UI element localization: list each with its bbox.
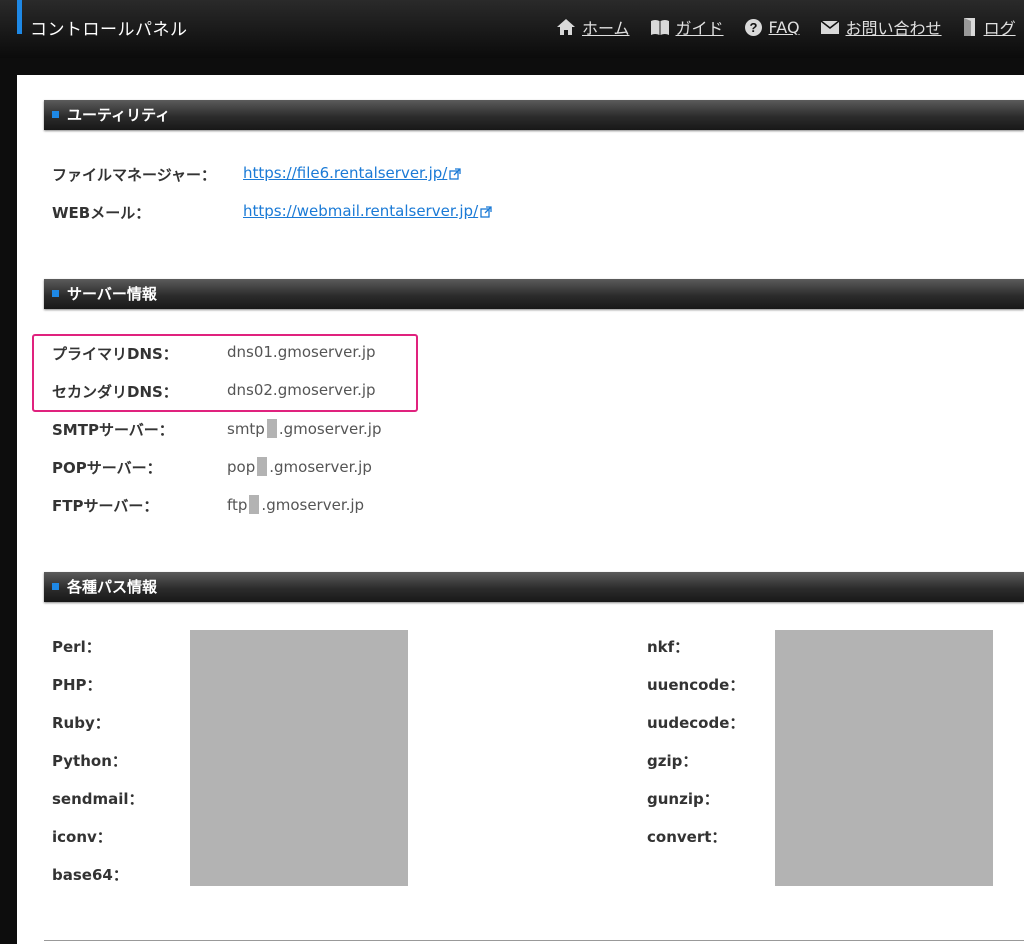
primary-dns-label: プライマリDNS：	[52, 345, 178, 363]
nav-guide-label: ガイド	[675, 19, 724, 38]
book-icon	[650, 20, 669, 35]
app-title: コントロールパネル	[30, 20, 188, 40]
uuencode-label: uuencode：	[647, 676, 745, 694]
nav-faq[interactable]: ? FAQ	[744, 15, 800, 39]
smtp-server-value: smtp .gmoserver.jp	[227, 419, 382, 438]
section-divider	[44, 940, 1024, 941]
ftp-server-label: FTPサーバー：	[52, 497, 159, 515]
pop-server-label: POPサーバー：	[52, 459, 162, 477]
file-manager-url: https://file6.rentalserver.jp/	[243, 164, 448, 182]
gunzip-label: gunzip：	[647, 790, 719, 808]
section-utility-header: ユーティリティ	[44, 100, 1024, 130]
external-link-icon	[449, 167, 462, 180]
uudecode-label: uudecode：	[647, 714, 745, 732]
section-marker-icon	[52, 290, 59, 297]
file-manager-link[interactable]: https://file6.rentalserver.jp/	[243, 164, 462, 182]
top-header: コントロールパネル ホーム ガイド ? FAQ お問い合わせ ログ	[0, 0, 1024, 58]
nkf-label: nkf：	[647, 638, 690, 656]
perl-label: Perl：	[52, 638, 101, 656]
door-icon	[963, 18, 975, 36]
nav-guide[interactable]: ガイド	[650, 15, 724, 39]
base64-label: base64：	[52, 866, 128, 884]
python-label: Python：	[52, 752, 127, 770]
webmail-label: WEBメール：	[52, 204, 151, 222]
nav-faq-label: FAQ	[768, 17, 800, 37]
home-icon	[557, 19, 575, 35]
main-panel: ユーティリティ ファイルマネージャー： https://file6.rental…	[17, 75, 1024, 944]
mail-icon	[820, 19, 840, 34]
gzip-label: gzip：	[647, 752, 698, 770]
ruby-label: Ruby：	[52, 714, 110, 732]
webmail-url: https://webmail.rentalserver.jp/	[243, 202, 479, 220]
file-manager-label: ファイルマネージャー：	[52, 166, 216, 184]
pop-server-value: pop .gmoserver.jp	[227, 457, 372, 476]
redacted-mask	[257, 457, 268, 476]
sendmail-label: sendmail：	[52, 790, 144, 808]
section-server-info-title: サーバー情報	[67, 285, 157, 303]
smtp-server-label: SMTPサーバー：	[52, 421, 174, 439]
secondary-dns-label: セカンダリDNS：	[52, 383, 178, 401]
nav-logout[interactable]: ログ	[962, 15, 1016, 39]
section-utility-title: ユーティリティ	[67, 106, 171, 124]
section-marker-icon	[52, 111, 59, 118]
section-marker-icon	[52, 583, 59, 590]
convert-label: convert：	[647, 828, 727, 846]
nav-contact[interactable]: お問い合わせ	[820, 15, 942, 39]
top-nav: ホーム ガイド ? FAQ お問い合わせ ログ	[556, 15, 1024, 39]
section-server-info-header: サーバー情報	[44, 279, 1024, 309]
webmail-link[interactable]: https://webmail.rentalserver.jp/	[243, 202, 492, 220]
redacted-mask	[266, 419, 277, 438]
svg-text:?: ?	[749, 20, 757, 35]
nav-contact-label: お問い合わせ	[845, 19, 942, 38]
ftp-server-value: ftp .gmoserver.jp	[227, 495, 365, 514]
nav-logout-label: ログ	[983, 19, 1016, 38]
external-link-icon	[480, 205, 492, 218]
nav-home-label: ホーム	[582, 19, 630, 38]
redacted-paths-left	[190, 630, 408, 886]
header-accent-bar	[17, 0, 22, 34]
section-paths-title: 各種パス情報	[67, 578, 158, 596]
nav-home[interactable]: ホーム	[556, 15, 630, 39]
redacted-paths-right	[775, 630, 993, 886]
php-label: PHP：	[52, 676, 102, 694]
question-icon: ?	[744, 18, 762, 36]
secondary-dns-value: dns02.gmoserver.jp	[227, 381, 376, 399]
section-paths-header: 各種パス情報	[44, 572, 1024, 602]
primary-dns-value: dns01.gmoserver.jp	[227, 343, 376, 361]
redacted-mask	[249, 495, 260, 514]
iconv-label: iconv：	[52, 828, 112, 846]
